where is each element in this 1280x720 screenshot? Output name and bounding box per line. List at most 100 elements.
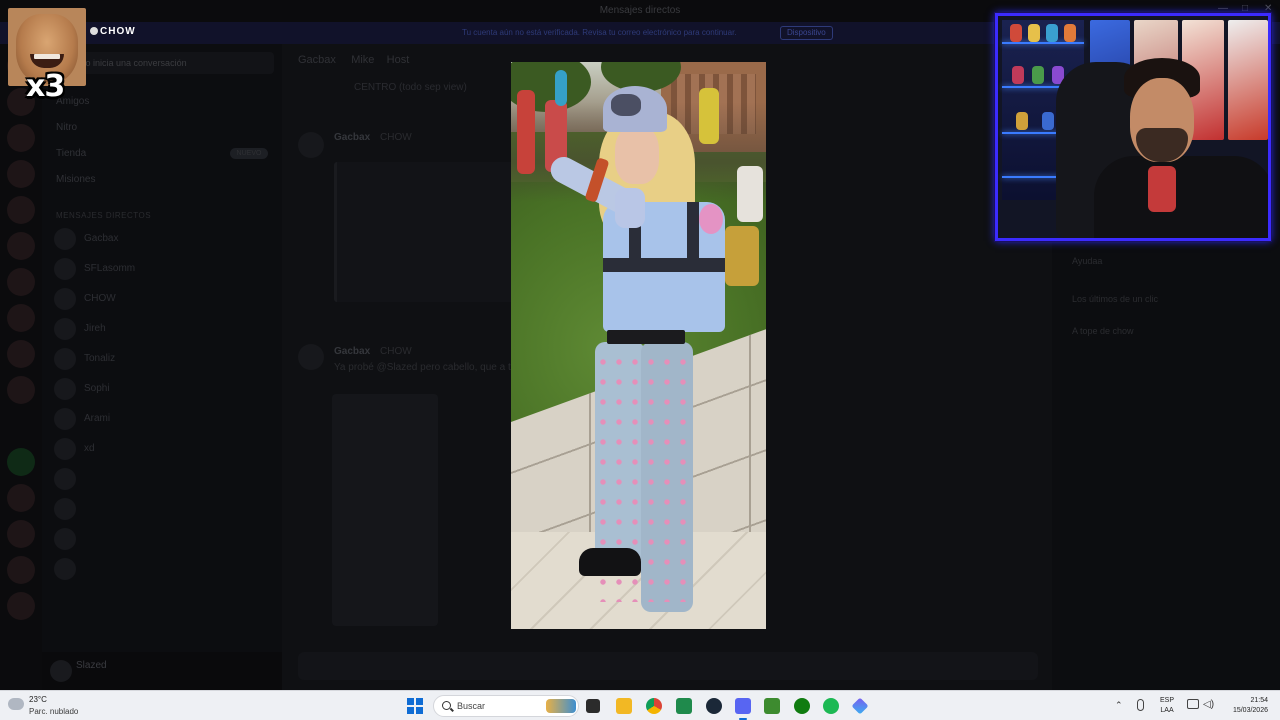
server-icon[interactable] xyxy=(7,124,35,152)
banner-button[interactable]: Dispositivo xyxy=(780,26,833,40)
minecraft-icon[interactable] xyxy=(764,698,780,714)
windows-taskbar: 23°C Parc. nublado Buscar ⌃ ESP LAA ◁) 2… xyxy=(0,690,1280,720)
dm-name: xd xyxy=(84,443,95,454)
server-icon[interactable] xyxy=(7,304,35,332)
avatar xyxy=(54,288,76,310)
dm-item[interactable]: Gacbax xyxy=(54,226,274,252)
photo-bystander xyxy=(725,226,759,286)
server-icon[interactable] xyxy=(7,196,35,224)
steam-icon[interactable] xyxy=(706,698,722,714)
server-icon[interactable] xyxy=(7,160,35,188)
message-author[interactable]: Gacbax xyxy=(334,132,370,143)
server-icon[interactable] xyxy=(7,232,35,260)
language-indicator[interactable]: ESP LAA xyxy=(1160,696,1174,716)
cosplay-belt xyxy=(607,330,685,344)
server-icon[interactable] xyxy=(7,268,35,296)
taskbar-search-input[interactable]: Buscar xyxy=(433,695,579,717)
network-icon[interactable] xyxy=(1187,699,1199,709)
avatar xyxy=(54,318,76,340)
dm-name: Jireh xyxy=(84,323,106,334)
dm-item[interactable]: xd xyxy=(54,436,274,462)
chat-header: Gacbax Mike Host xyxy=(298,54,409,66)
streamer-webcam xyxy=(995,13,1271,241)
spotify-icon[interactable] xyxy=(823,698,839,714)
chrome-icon[interactable] xyxy=(646,698,662,714)
taskbar-search-placeholder: Buscar xyxy=(457,701,486,711)
phone xyxy=(1148,166,1176,212)
chevron-up-icon[interactable]: ⌃ xyxy=(1115,700,1123,711)
nav-item-shop[interactable]: Tienda xyxy=(56,148,86,159)
server-icon[interactable] xyxy=(7,556,35,584)
avatar xyxy=(54,408,76,430)
image-viewer-photo[interactable] xyxy=(511,62,766,629)
emote-tag: CHOW xyxy=(90,26,136,37)
dm-name: Arami xyxy=(84,413,111,424)
avatar xyxy=(54,558,76,580)
photo-bystander xyxy=(699,88,719,144)
photo-bystander xyxy=(517,90,535,174)
dm-item[interactable] xyxy=(54,496,274,522)
avatar xyxy=(54,438,76,460)
task-view-icon[interactable] xyxy=(586,699,600,713)
server-icon[interactable] xyxy=(7,376,35,404)
server-icon[interactable] xyxy=(7,592,35,620)
avatar[interactable] xyxy=(50,660,72,682)
nav-item-nitro[interactable]: Nitro xyxy=(56,122,77,133)
server-icon[interactable] xyxy=(7,520,35,548)
avatar xyxy=(54,348,76,370)
figure xyxy=(1032,66,1044,84)
photo-bystander xyxy=(555,70,567,106)
microphone-icon[interactable] xyxy=(1137,699,1144,711)
emote-tag-label: CHOW xyxy=(100,26,136,37)
server-icon[interactable] xyxy=(7,484,35,512)
member-item[interactable]: Los últimos de un clic xyxy=(1072,294,1158,304)
dm-item[interactable] xyxy=(54,466,274,492)
windows-start-icon[interactable] xyxy=(407,698,423,714)
dm-item[interactable]: Tonaliz xyxy=(54,346,274,372)
dm-item[interactable]: Jireh xyxy=(54,316,274,342)
chat-header-member: Gacbax xyxy=(298,54,336,66)
cosplay-stripe xyxy=(603,258,725,272)
member-item[interactable]: A tope de chow xyxy=(1072,326,1134,336)
emote-count: x3 xyxy=(26,69,65,104)
weather-widget[interactable]: 23°C Parc. nublado xyxy=(8,694,98,719)
avatar[interactable] xyxy=(298,344,324,370)
nav-item-quests[interactable]: Misiones xyxy=(56,174,95,185)
avatar xyxy=(54,498,76,520)
chat-header-member: Host xyxy=(386,54,410,66)
weather-description: Parc. nublado xyxy=(29,707,79,716)
server-icon[interactable] xyxy=(7,340,35,368)
file-explorer-icon[interactable] xyxy=(616,698,632,714)
dm-item[interactable] xyxy=(54,526,274,552)
message-author[interactable]: Gacbax xyxy=(334,346,370,357)
xbox-icon[interactable] xyxy=(676,698,692,714)
streamer-body xyxy=(1094,156,1268,238)
message-input[interactable] xyxy=(298,652,1038,680)
dm-item[interactable]: SFLasomm xyxy=(54,256,274,282)
member-item[interactable]: Ayudaa xyxy=(1072,256,1102,266)
system-clock[interactable]: 21:54 15/03/2026 xyxy=(1226,696,1268,716)
server-icon[interactable] xyxy=(7,448,35,476)
discord-icon[interactable] xyxy=(735,698,751,714)
dm-item[interactable]: CHOW xyxy=(54,286,274,312)
emote-teeth xyxy=(34,54,60,59)
app-icon[interactable] xyxy=(851,697,869,715)
avatar[interactable] xyxy=(298,132,324,158)
dm-sidebar: Busca o inicia una conversación Amigos N… xyxy=(42,44,282,690)
dm-name: SFLasomm xyxy=(84,263,136,274)
photo-bystander xyxy=(737,166,763,222)
dm-section-title: MENSAJES DIRECTOS xyxy=(56,211,152,220)
volume-icon[interactable]: ◁) xyxy=(1203,699,1215,711)
message-attachment-image[interactable] xyxy=(332,394,438,626)
dm-item[interactable]: Sophi xyxy=(54,376,274,402)
cosplay-glove xyxy=(615,188,645,228)
message-embed xyxy=(334,162,516,302)
weather-temperature: 23°C xyxy=(29,695,47,704)
wall-poster xyxy=(1228,20,1268,140)
cosplay-shoe xyxy=(579,548,641,576)
banner-text: Tu cuenta aún no está verificada. Revisa… xyxy=(462,28,737,37)
xbox-app-icon[interactable] xyxy=(794,698,810,714)
server-list xyxy=(0,44,42,690)
dm-item[interactable]: Arami xyxy=(54,406,274,432)
dm-item[interactable] xyxy=(54,556,274,582)
